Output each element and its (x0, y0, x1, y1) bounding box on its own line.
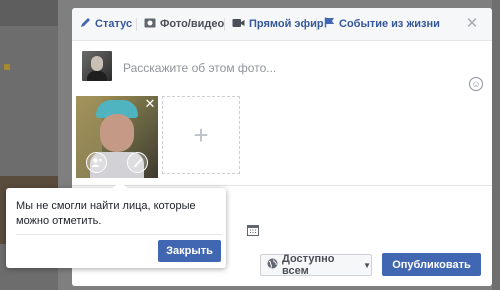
tab-separator (224, 18, 225, 31)
tooltip-message: Мы не смогли найти лица, которые можно о… (16, 200, 196, 227)
flag-icon (324, 17, 335, 31)
audience-label: Доступно всем (282, 253, 335, 277)
chevron-down-icon: ▼ (363, 260, 371, 270)
face-tag-tooltip: Мы не смогли найти лица, которые можно о… (6, 181, 226, 268)
remove-photo-icon[interactable]: ✕ (144, 97, 156, 110)
tooltip-arrow (113, 181, 127, 188)
video-camera-icon (232, 18, 245, 31)
brush-icon (133, 157, 143, 167)
background-page-right (492, 0, 500, 290)
add-photo-button[interactable]: + (162, 96, 240, 174)
tab-separator (136, 18, 137, 31)
calendar-icon[interactable] (247, 224, 259, 236)
tab-status-label: Статус (95, 18, 133, 30)
tab-live-label: Прямой эфир (249, 18, 324, 30)
camera-icon (144, 17, 156, 31)
tooltip-divider (16, 234, 222, 235)
tag-person-button[interactable] (86, 152, 107, 173)
tag-person-icon (91, 158, 102, 167)
background-badge (4, 64, 10, 70)
tab-separator (316, 18, 317, 31)
close-tooltip-button[interactable]: Закрыть (158, 240, 221, 262)
tab-status[interactable]: Статус (80, 8, 132, 40)
divider (72, 185, 492, 186)
close-icon[interactable]: ✕ (465, 16, 479, 31)
tab-live[interactable]: Прямой эфир (232, 8, 324, 40)
edit-photo-button[interactable] (127, 152, 148, 173)
globe-icon (267, 258, 278, 272)
composer-tabs: Статус Фото/видео Прямой эфир Событие из… (72, 8, 492, 41)
avatar (82, 51, 112, 81)
plus-icon: + (193, 119, 209, 150)
post-text-input[interactable]: Расскажите об этом фото... (123, 61, 276, 75)
tab-photo-video[interactable]: Фото/видео (144, 8, 224, 40)
publish-button[interactable]: Опубликовать (382, 253, 481, 276)
pencil-icon (80, 17, 91, 31)
audience-selector[interactable]: Доступно всем ▼ (260, 253, 372, 277)
tab-photo-video-label: Фото/видео (160, 18, 225, 30)
tab-life-event[interactable]: Событие из жизни (324, 8, 440, 40)
smiley-icon[interactable]: ☺ (469, 77, 483, 91)
background-page-header (0, 0, 58, 26)
tab-life-event-label: Событие из жизни (339, 18, 440, 30)
photo-thumbnail[interactable]: ✕ (76, 96, 158, 178)
